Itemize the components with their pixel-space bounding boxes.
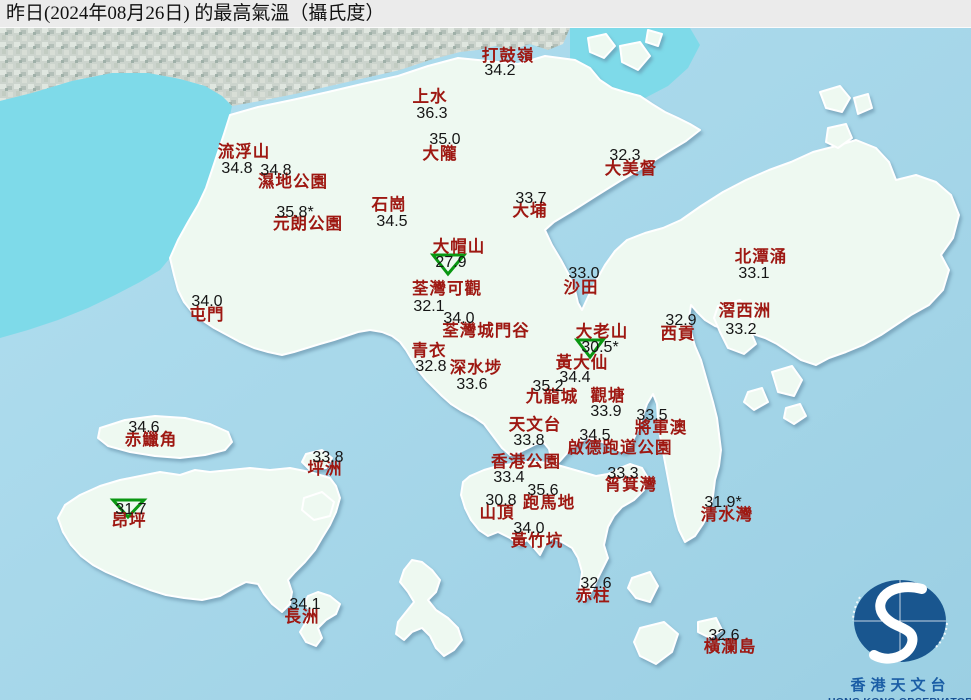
- green-triangle-marker: [113, 500, 144, 517]
- hko-logo: 香港天文台 HONG KONG OBSERVATORY: [828, 575, 971, 700]
- hko-logo-en: HONG KONG OBSERVATORY: [828, 696, 971, 700]
- map-title: 昨日(2024年08月26日) 的最高氣溫（攝氏度）: [6, 3, 384, 24]
- weather-map-screen: 打鼓嶺34.2上水36.3大隴35.0流浮山34.8濕地公園34.8元朗公園35…: [0, 0, 971, 700]
- marker-overlay: [0, 0, 971, 700]
- title-bar: 昨日(2024年08月26日) 的最高氣溫（攝氏度）: [0, 0, 971, 28]
- green-triangle-marker: [577, 340, 603, 357]
- green-triangle-marker: [433, 255, 464, 274]
- hko-logo-icon: [828, 575, 971, 667]
- hko-logo-zh: 香港天文台: [828, 674, 971, 695]
